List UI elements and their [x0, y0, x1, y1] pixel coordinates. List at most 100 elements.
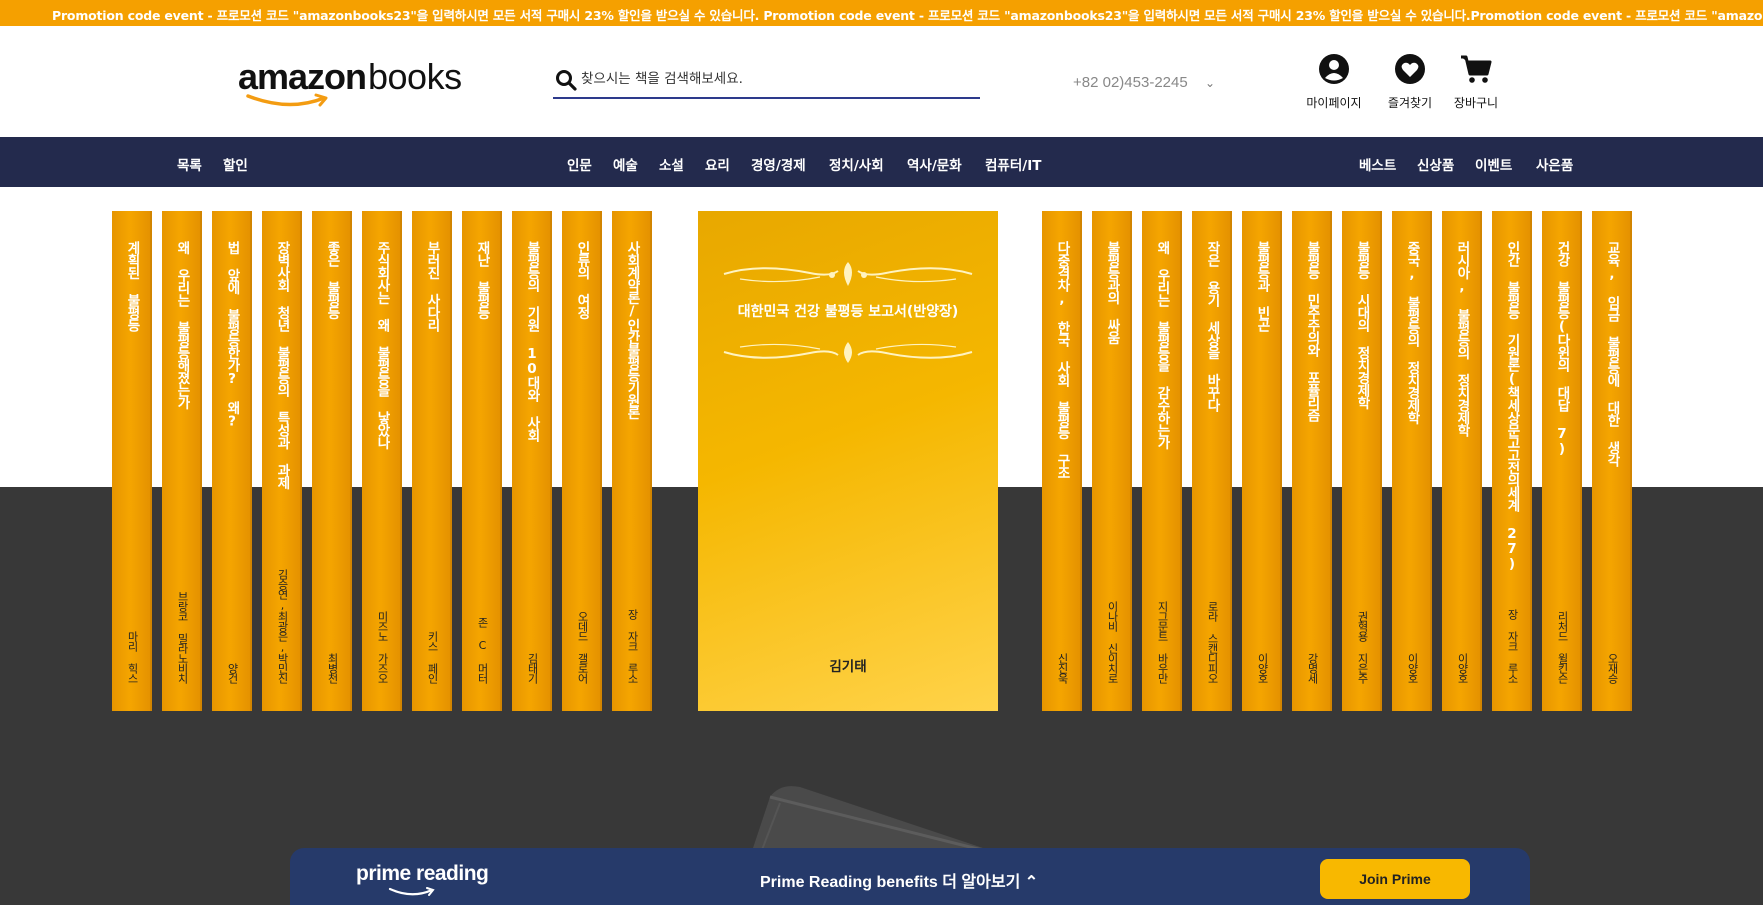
book-spine[interactable]: 왜 우리는 불평등을 감수하는가 지그문트 바우만	[1142, 211, 1182, 711]
cart-button[interactable]: 장바구니	[1436, 52, 1516, 112]
user-icon	[1319, 54, 1349, 84]
book-author: 마리 힉스	[126, 631, 139, 683]
book-title: 인간 불평등 기원론(책세상문고고전의세계 27)	[1504, 241, 1520, 571]
book-spine[interactable]: 재난 불평등 존 C 머터	[462, 211, 502, 711]
cart-label: 장바구니	[1453, 96, 1499, 110]
ornament-icon	[723, 262, 973, 286]
book-spine[interactable]: 작은 용기 세상을 바꾸다 로라 스캔디피오	[1192, 211, 1232, 711]
smile-logo-icon	[388, 887, 435, 896]
nav-item-politics[interactable]: 정치/사회	[829, 154, 884, 174]
book-title: 불평등과 빈곤	[1254, 241, 1270, 331]
mypage-button[interactable]: 마이페이지	[1294, 52, 1374, 112]
book-title: 계획된 불평등	[124, 241, 140, 331]
book-spine[interactable]: 불평등 민주주의와 포퓰리즘 강명세	[1292, 211, 1332, 711]
book-author: 양건	[226, 663, 239, 683]
book-author: 오데드 갤로어	[576, 611, 589, 683]
book-spine[interactable]: 중국, 불평등의 정치경제학 이양호	[1392, 211, 1432, 711]
book-author: 김승연,최광은,박민진	[276, 569, 289, 683]
book-spine[interactable]: 교육, 임금 불평등에 대한 생각 오재승	[1592, 211, 1632, 711]
nav-item-cooking[interactable]: 요리	[705, 154, 730, 174]
search-input[interactable]	[581, 66, 971, 92]
book-title: 다중격차, 한국 사회 불평등 구조	[1054, 241, 1070, 479]
smile-logo-icon	[246, 93, 328, 107]
chevron-up-icon: ⌃	[1024, 874, 1039, 891]
nav-item-event[interactable]: 이벤트	[1475, 154, 1512, 174]
book-title: 건강 불평등(다윈의 대답 7)	[1554, 241, 1570, 456]
book-spine[interactable]: 계획된 불평등 마리 힉스	[112, 211, 152, 711]
book-author: 리처드 윌킨슨	[1556, 611, 1569, 683]
nav-item-discount[interactable]: 할인	[223, 154, 248, 174]
book-author: 강명세	[1306, 653, 1319, 683]
book-spine[interactable]: 불평등의 기원 10대와 사회 김태기	[512, 211, 552, 711]
nav-item-list[interactable]: 목록	[177, 154, 202, 174]
featured-book-cover[interactable]: 대한민국 건강 불평등 보고서(반양장) 김기태	[698, 211, 998, 711]
book-showcase: 계획된 불평등 마리 힉스 왜 우리는 불평등해졌는가 브랑코 밀라노비치 법 …	[0, 187, 1763, 905]
ornament-icon	[723, 342, 973, 363]
book-title: 불평등의 기원 10대와 사회	[524, 241, 540, 441]
promo-text: Promotion code event - 프로모션 코드 "amazonbo…	[52, 8, 1763, 23]
nav-item-humanities[interactable]: 인문	[567, 154, 592, 174]
book-author: 키스 페인	[426, 631, 439, 683]
book-spine[interactable]: 인류의 여정 오데드 갤로어	[562, 211, 602, 711]
book-title: 법 앞에 불평등한가? 왜?	[224, 241, 240, 429]
book-title: 중국, 불평등의 정치경제학	[1404, 241, 1420, 424]
book-spine[interactable]: 부러진 사다리 키스 페인	[412, 211, 452, 711]
nav-item-gift[interactable]: 사은품	[1536, 154, 1573, 174]
nav-item-new[interactable]: 신상품	[1417, 154, 1454, 174]
book-author: 미즈노 가즈오	[376, 611, 389, 683]
book-title: 재난 불평등	[474, 241, 490, 319]
book-title: 불평등 시대의 정치경제학	[1354, 241, 1370, 409]
book-spine[interactable]: 불평등과의 싸움 이나비 신이치로	[1092, 211, 1132, 711]
book-spine[interactable]: 주식회사는 왜 불평등을 낳았나 미즈노 가즈오	[362, 211, 402, 711]
phone-number: +82 02)453-2245	[1073, 74, 1188, 91]
book-author: 신진욱	[1056, 653, 1069, 683]
book-title: 장벽사회 청년 불평등의 특성과 과제	[274, 241, 290, 489]
book-author: 장 자크 루소	[626, 609, 639, 683]
book-spine[interactable]: 좋은 불평등 최병천	[312, 211, 352, 711]
prime-reading-bar: prime reading Prime Reading benefits 더 알…	[290, 848, 1530, 905]
join-prime-button[interactable]: Join Prime	[1320, 859, 1470, 899]
nav-item-history[interactable]: 역사/문화	[907, 154, 962, 174]
nav-item-best[interactable]: 베스트	[1359, 154, 1396, 174]
prime-benefits-link[interactable]: Prime Reading benefits 더 알아보기 ⌃	[760, 868, 1038, 892]
featured-book-author: 김기태	[829, 659, 867, 675]
book-spine[interactable]: 인간 불평등 기원론(책세상문고고전의세계 27) 장 자크 루소	[1492, 211, 1532, 711]
nav-item-novel[interactable]: 소설	[659, 154, 684, 174]
book-spine[interactable]: 법 앞에 불평등한가? 왜? 양건	[212, 211, 252, 711]
featured-book-title: 대한민국 건강 불평등 보고서(반양장)	[737, 304, 959, 320]
book-title: 불평등과의 싸움	[1104, 241, 1120, 344]
book-author: 지그문트 바우만	[1156, 601, 1169, 683]
book-author: 로라 스캔디피오	[1206, 601, 1219, 683]
nav-item-computer[interactable]: 컴퓨터/IT	[985, 154, 1041, 174]
phone-select[interactable]: +82 02)453-2245 ⌄	[1073, 74, 1223, 96]
heart-icon	[1395, 54, 1425, 84]
book-title: 좋은 불평등	[324, 241, 340, 319]
book-spine[interactable]: 러시아, 불평등의 정치경제학 이양호	[1442, 211, 1482, 711]
nav-item-art[interactable]: 예술	[613, 154, 638, 174]
book-title: 러시아, 불평등의 정치경제학	[1454, 241, 1470, 436]
book-title: 작은 용기 세상을 바꾸다	[1204, 241, 1220, 411]
book-spine[interactable]: 불평등과 빈곤 이양호	[1242, 211, 1282, 711]
book-author: 최병천	[326, 653, 339, 683]
book-spine[interactable]: 장벽사회 청년 불평등의 특성과 과제 김승연,최광은,박민진	[262, 211, 302, 711]
mypage-label: 마이페이지	[1306, 96, 1362, 110]
book-title: 왜 우리는 불평등을 감수하는가	[1154, 241, 1170, 449]
book-author: 브랑코 밀라노비치	[176, 591, 189, 683]
book-title: 교육, 임금 불평등에 대한 생각	[1604, 241, 1620, 466]
book-spine[interactable]: 불평등 시대의 정치경제학 권혁용 지은주	[1342, 211, 1382, 711]
nav-item-business[interactable]: 경영/경제	[751, 154, 806, 174]
promo-banner: Promotion code event - 프로모션 코드 "amazonbo…	[0, 0, 1763, 26]
book-author: 이나비 신이치로	[1106, 601, 1119, 683]
search-icon[interactable]	[554, 68, 578, 92]
book-spine[interactable]: 왜 우리는 불평등해졌는가 브랑코 밀라노비치	[162, 211, 202, 711]
book-title: 부러진 사다리	[424, 241, 440, 331]
book-title: 불평등 민주주의와 포퓰리즘	[1304, 241, 1320, 421]
book-spine[interactable]: 다중격차, 한국 사회 불평등 구조 신진욱	[1042, 211, 1082, 711]
book-author: 이양호	[1456, 653, 1469, 683]
book-author: 이양호	[1256, 653, 1269, 683]
book-author: 존 C 머터	[476, 617, 489, 683]
logo[interactable]: amazon books	[238, 56, 483, 116]
book-spine[interactable]: 사회계약론/인간불평등기원론 장 자크 루소	[612, 211, 652, 711]
book-spine[interactable]: 건강 불평등(다윈의 대답 7) 리처드 윌킨슨	[1542, 211, 1582, 711]
book-author: 장 자크 루소	[1506, 609, 1519, 683]
